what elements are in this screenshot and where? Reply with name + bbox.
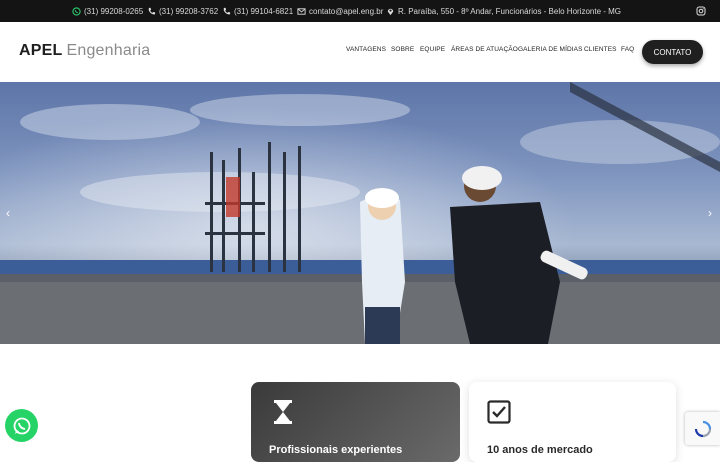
address-text: R. Paraíba, 550 - 8º Andar, Funcionários…: [398, 6, 622, 16]
envelope-icon: [297, 7, 306, 16]
nav-galeria-de-midias[interactable]: GALERIA DE MÍDIAS: [518, 46, 583, 53]
feature-card-market: 10 anos de mercado: [469, 382, 676, 462]
feature-card-text: Profissionais experientes: [269, 444, 403, 456]
site-logo[interactable]: APEL Engenharia: [19, 42, 150, 60]
recaptcha-badge[interactable]: [685, 412, 720, 445]
nav-equipe[interactable]: EQUIPE: [420, 46, 445, 53]
map-pin-icon: [386, 7, 395, 16]
whatsapp-float-button[interactable]: [5, 409, 38, 442]
hero-image: [0, 82, 720, 344]
phone-contact[interactable]: (31) 99104-6821: [222, 0, 293, 22]
top-contact-bar: (31) 99208-0265 (31) 99208-3762 (31) 991…: [0, 0, 720, 22]
site-header: APEL Engenharia VANTAGENS SOBRE EQUIPE ÁR…: [0, 22, 720, 82]
logo-bold: APEL: [19, 42, 63, 59]
whatsapp-contact[interactable]: (31) 99208-0265: [72, 0, 143, 22]
whatsapp-icon: [13, 417, 30, 434]
slider-prev-arrow[interactable]: ‹: [6, 206, 10, 220]
address-contact[interactable]: R. Paraíba, 550 - 8º Andar, Funcionários…: [386, 0, 621, 22]
phone-contact[interactable]: (31) 99208-3762: [147, 0, 218, 22]
instagram-icon[interactable]: [696, 6, 706, 16]
phone-icon: [147, 7, 156, 16]
nav-areas-de-atuacao[interactable]: ÁREAS DE ATUAÇÃO: [451, 46, 518, 53]
recaptcha-icon: [694, 420, 711, 437]
slider-next-arrow[interactable]: ›: [708, 206, 712, 220]
whatsapp-number: (31) 99208-0265: [84, 6, 144, 16]
hourglass-icon: [274, 400, 292, 424]
phone-number: (31) 99208-3762: [159, 6, 219, 16]
whatsapp-icon: [72, 6, 81, 16]
nav-clientes[interactable]: CLIENTES: [584, 46, 617, 53]
hero-slider: ‹ ›: [0, 82, 720, 344]
logo-light: Engenharia: [66, 42, 151, 59]
features-section: Profissionais experientes 10 anos de mer…: [0, 344, 720, 462]
nav-vantagens[interactable]: VANTAGENS: [346, 46, 386, 53]
feature-card-experience: Profissionais experientes: [251, 382, 460, 462]
contact-button[interactable]: CONTATO: [642, 40, 703, 64]
nav-sobre[interactable]: SOBRE: [391, 46, 414, 53]
email-contact[interactable]: contato@apel.eng.br: [297, 0, 383, 22]
phone-number: (31) 99104-6821: [234, 6, 294, 16]
email-address: contato@apel.eng.br: [309, 6, 384, 16]
checkbox-icon: [487, 400, 511, 424]
feature-card-text: 10 anos de mercado: [487, 444, 593, 456]
phone-icon: [222, 7, 231, 16]
nav-faq[interactable]: FAQ: [621, 46, 634, 53]
